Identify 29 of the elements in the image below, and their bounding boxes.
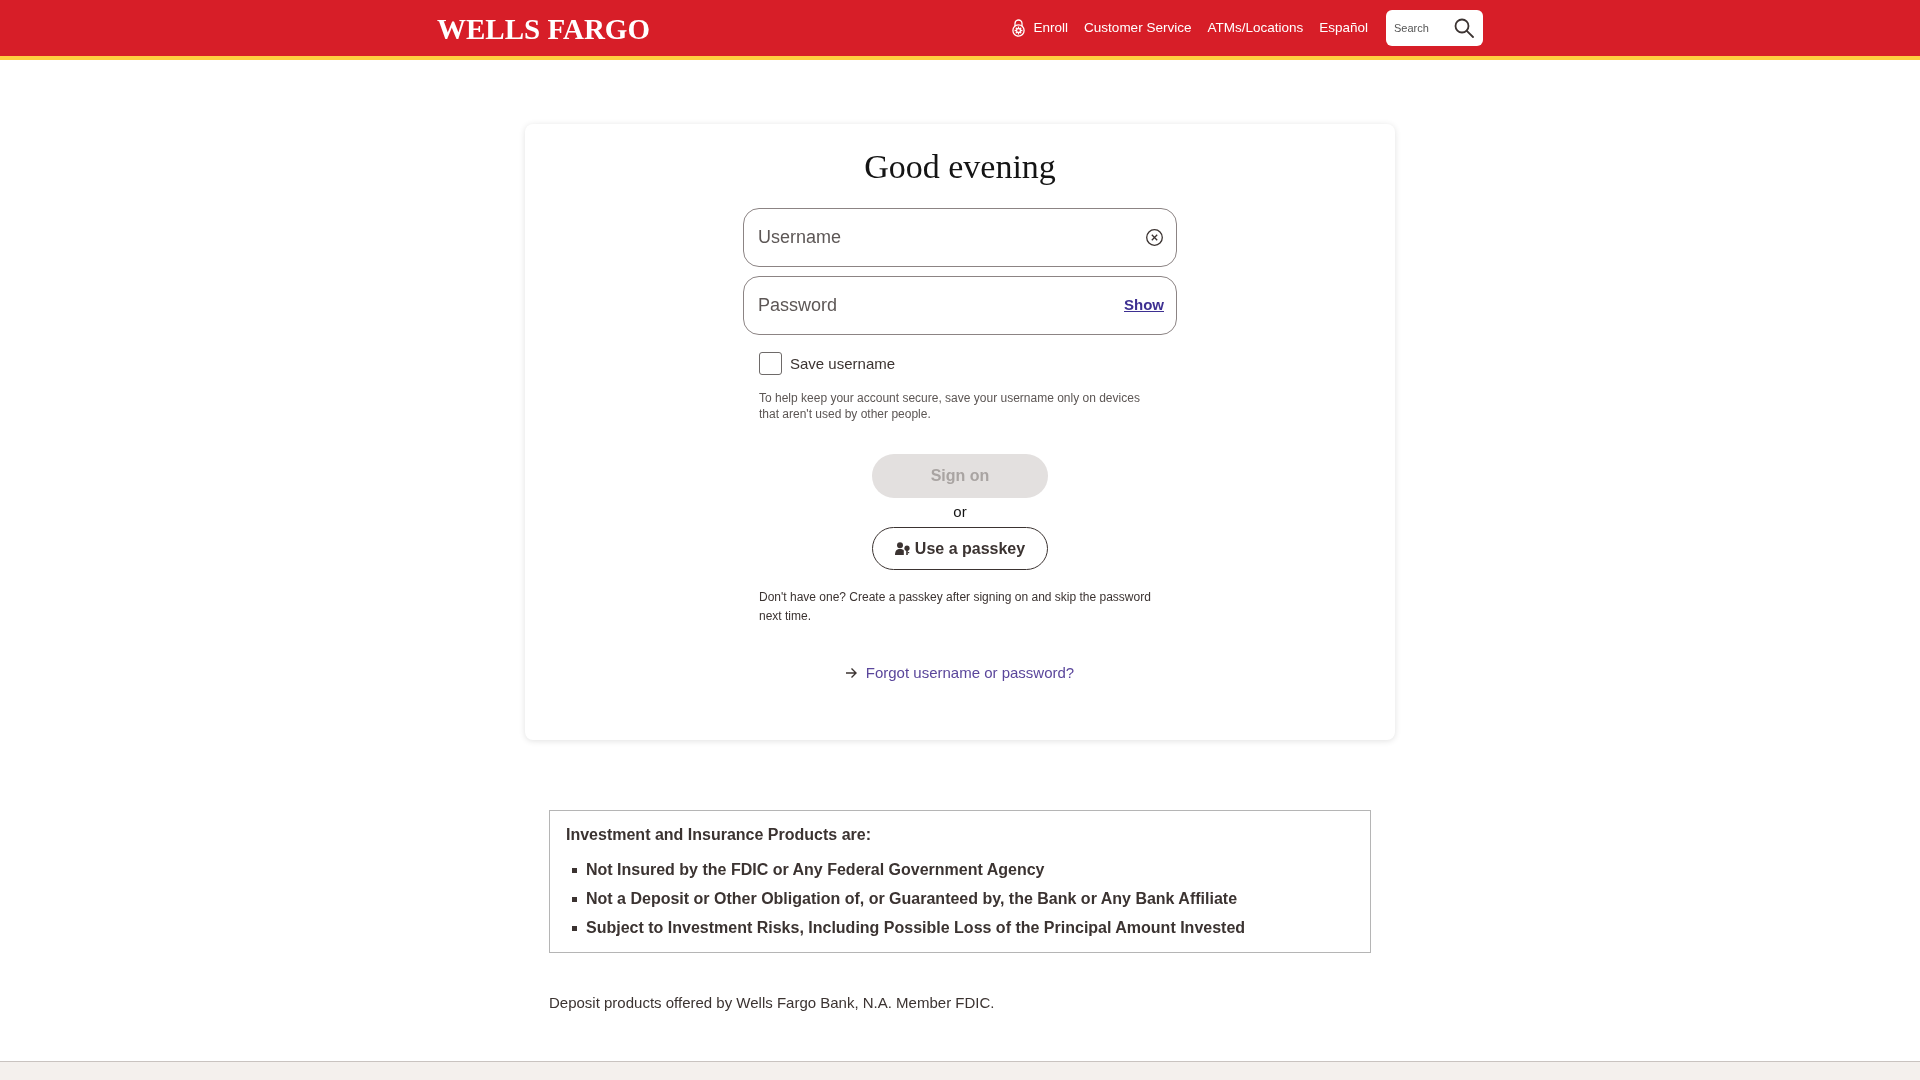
bullet-icon: [572, 867, 577, 873]
nav-link[interactable]: ATMs/Locations: [1207, 19, 1304, 37]
padlock-icon: [1011, 19, 1025, 37]
disclosure-heading: Investment and Insurance Products are:: [566, 825, 872, 845]
passkey-button[interactable]: Use a passkey: [872, 527, 1048, 570]
passkey-hint: Don't have one? Create a passkey after signing on and skip the password next time.: [758, 589, 1152, 625]
disclosure-item: Not a Deposit or Other Obligation of, or Guaranteed by, the Bank or Any Bank Affiliate: [586, 889, 1238, 909]
nav-link[interactable]: Enroll: [1011, 19, 1069, 37]
save-username-checkbox[interactable]: [759, 352, 782, 375]
bullet-icon: [572, 925, 577, 931]
nav-link[interactable]: Español: [1319, 19, 1368, 37]
save-username-label: Save username: [790, 353, 896, 374]
search-field[interactable]: Search: [1386, 10, 1483, 46]
forgot-link[interactable]: Forgot username or password?: [865, 663, 1075, 683]
user-key-icon: [894, 542, 910, 555]
bullet-icon: [572, 896, 577, 902]
or-separator: or: [953, 502, 967, 522]
disclosure-item: Not Insured by the FDIC or Any Federal Government Agency: [586, 860, 1045, 880]
arrow-right-icon: [845, 668, 857, 678]
search-icon[interactable]: [1454, 18, 1474, 38]
clear-icon[interactable]: [1146, 229, 1163, 246]
save-username-hint: To help keep your account secure, save your username only on devices that aren't used by other people.: [758, 390, 1141, 422]
greeting-title: Good evening: [864, 147, 1056, 187]
username-field[interactable]: Username: [743, 208, 1177, 267]
show-password-link[interactable]: Show: [1124, 295, 1164, 315]
nav-link[interactable]: Customer Service: [1084, 19, 1192, 37]
footer-note: Deposit products offered by Wells Fargo Bank, N.A. Member FDIC.: [549, 993, 996, 1013]
disclosure-item: Subject to Investment Risks, Including Possible Loss of the Principal Amount Invested: [586, 918, 1246, 938]
logo[interactable]: WELLS FARGO: [437, 11, 650, 45]
